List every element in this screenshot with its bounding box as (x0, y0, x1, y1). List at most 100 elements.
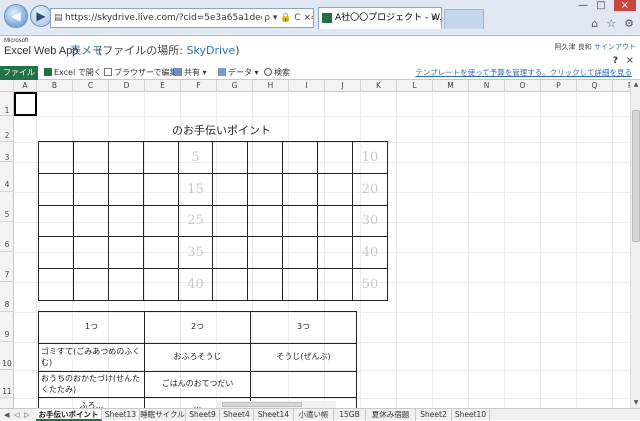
tasks-cell[interactable]: おうちのおかたづけ(せんたくたたみ) (38, 371, 145, 398)
maximize-icon[interactable]: □ (596, 0, 605, 11)
points-cell[interactable]: 5 (177, 141, 214, 174)
points-cell[interactable] (282, 236, 319, 270)
points-cell[interactable] (317, 141, 353, 174)
row-header[interactable]: 8 (0, 282, 14, 312)
points-cell[interactable] (142, 141, 179, 174)
next-sheet-icon[interactable]: ▷ (24, 409, 29, 421)
select-all-corner[interactable] (0, 80, 14, 92)
sheet-tab-active[interactable]: お手伝いポイント (36, 409, 102, 421)
points-cell[interactable]: 40 (351, 236, 389, 270)
points-cell[interactable] (142, 204, 179, 238)
browser-tab-active[interactable]: A社〇〇プロジェクト - W... × (318, 7, 442, 29)
points-cell[interactable] (247, 204, 284, 238)
points-cell[interactable] (282, 141, 319, 174)
row-header[interactable]: 10 (0, 342, 14, 370)
forward-button[interactable]: ▶ (30, 5, 52, 27)
points-cell[interactable] (38, 141, 74, 174)
column-header[interactable]: I (289, 80, 325, 92)
points-cell[interactable] (212, 204, 249, 238)
tasks-header-cell[interactable]: 2つ (144, 311, 251, 344)
window-close-icon[interactable]: × (613, 0, 636, 11)
tasks-cell[interactable]: そうじ(ぜんぶ) (250, 343, 357, 372)
scroll-up-icon[interactable]: ▲ (631, 80, 640, 90)
column-header[interactable]: J (325, 80, 361, 92)
points-cell[interactable] (38, 236, 74, 270)
tasks-cell[interactable]: ごはんのおてつだい (144, 371, 251, 398)
selected-cell-a1[interactable] (14, 92, 37, 116)
sheet-tab[interactable]: Sheet14 (254, 409, 294, 421)
points-cell[interactable]: 50 (351, 268, 389, 301)
column-header[interactable]: H (253, 80, 289, 92)
vertical-scroll-thumb[interactable] (632, 110, 640, 242)
points-cell[interactable]: 20 (351, 172, 389, 206)
column-header[interactable]: A (14, 80, 37, 92)
row-header[interactable]: 7 (0, 252, 14, 282)
row-header[interactable]: 5 (0, 192, 14, 222)
points-cell[interactable] (282, 172, 319, 206)
points-cell[interactable] (142, 236, 179, 270)
tasks-cell[interactable]: おふろそうじ (144, 343, 251, 372)
prev-sheet-icon[interactable]: ◁ (14, 409, 19, 421)
search-button[interactable]: 検索 (264, 67, 290, 78)
sheet-tab[interactable]: 15GB (334, 409, 366, 421)
tasks-cell[interactable]: ふろ... (38, 397, 145, 408)
file-button[interactable]: ファイル (0, 66, 38, 80)
sheet-tab[interactable]: 夏休み宿題 (366, 409, 416, 421)
home-icon[interactable]: ⌂ (591, 17, 598, 30)
row-header[interactable]: 2 (0, 116, 14, 142)
points-cell[interactable] (317, 236, 353, 270)
points-cell[interactable]: 25 (177, 204, 214, 238)
new-tab-button[interactable] (444, 9, 484, 29)
points-cell[interactable] (212, 141, 249, 174)
points-cell[interactable] (212, 172, 249, 206)
points-cell[interactable]: 40 (177, 268, 214, 301)
column-header[interactable]: K (361, 80, 397, 92)
share-button[interactable]: 共有 ▾ (174, 67, 207, 78)
horizontal-scroll-thumb[interactable] (222, 402, 302, 407)
points-cell[interactable]: 15 (177, 172, 214, 206)
points-cell[interactable] (107, 236, 144, 270)
points-cell[interactable] (72, 172, 109, 206)
sheet-tab[interactable]: Sheet13 (102, 409, 140, 421)
sheet-tab[interactable]: Sheet2 (416, 409, 452, 421)
first-sheet-icon[interactable]: ◀ (4, 409, 9, 421)
address-bar[interactable]: ▤ https://skydrive.live.com/?cid=5e3a65a… (50, 8, 314, 28)
minimize-icon[interactable]: — (578, 0, 588, 11)
tasks-header-cell[interactable]: 3つ (250, 311, 357, 344)
points-cell[interactable] (72, 236, 109, 270)
points-cell[interactable] (212, 236, 249, 270)
row-header[interactable]: 9 (0, 312, 14, 342)
settings-icon[interactable]: ⚙ (624, 17, 634, 30)
points-cell[interactable] (107, 268, 144, 301)
points-cell[interactable] (72, 204, 109, 238)
vertical-scrollbar[interactable]: ▲ ▼ (630, 80, 640, 408)
address-bar-icons[interactable]: ρ ▾ 🔒 C × (262, 9, 311, 27)
row-header[interactable]: 6 (0, 222, 14, 252)
column-header[interactable]: P (541, 80, 577, 92)
app-name[interactable]: Excel Web App (4, 45, 78, 57)
points-cell[interactable] (317, 268, 353, 301)
column-header[interactable]: M (433, 80, 469, 92)
close-icon[interactable]: × (626, 55, 634, 66)
column-header[interactable]: R (613, 80, 630, 92)
column-header[interactable]: L (397, 80, 433, 92)
tasks-cell[interactable] (250, 371, 357, 398)
column-header[interactable]: B (37, 80, 73, 92)
column-header[interactable]: C (73, 80, 109, 92)
column-header[interactable]: Q (577, 80, 613, 92)
tasks-header-cell[interactable]: 1つ (38, 311, 145, 344)
row-header[interactable]: 3 (0, 142, 14, 162)
favorites-icon[interactable]: ☆ (606, 17, 616, 30)
edit-in-browser-button[interactable]: ブラウザーで編集 (104, 67, 178, 78)
points-cell[interactable] (247, 268, 284, 301)
horizontal-scrollbar[interactable] (216, 401, 336, 408)
column-header[interactable]: F (181, 80, 217, 92)
sheet-tab[interactable]: 小遣い帳 (294, 409, 334, 421)
points-cell[interactable] (142, 268, 179, 301)
row-header[interactable]: 1 (0, 92, 14, 116)
sheet-tab[interactable]: Sheet4 (220, 409, 254, 421)
signout-link[interactable]: サインアウト (594, 43, 636, 51)
back-button[interactable]: ◀ (4, 4, 28, 28)
row-header[interactable]: 4 (0, 162, 14, 192)
column-header[interactable]: E (145, 80, 181, 92)
